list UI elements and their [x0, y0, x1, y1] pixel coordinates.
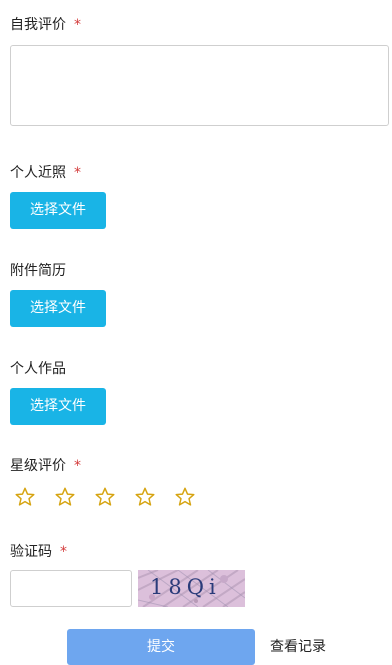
photo-choose-file-button[interactable]: 选择文件 [10, 192, 106, 229]
required-mark: * [74, 165, 81, 181]
star-outline-icon[interactable] [94, 486, 116, 508]
resume-choose-file-button[interactable]: 选择文件 [10, 290, 106, 327]
star-outline-icon[interactable] [174, 486, 196, 508]
rating-label-text: 星级评价 [10, 458, 66, 474]
self-evaluation-label-text: 自我评价 [10, 17, 66, 33]
resume-label: 附件简历 [10, 261, 66, 281]
required-mark: * [60, 544, 67, 560]
captcha-label: 验证码 * [10, 542, 67, 562]
captcha-image[interactable]: 18Qi [138, 570, 245, 607]
self-evaluation-textarea[interactable] [10, 45, 389, 126]
rating-label: 星级评价 * [10, 456, 81, 476]
photo-label-text: 个人近照 [10, 165, 66, 181]
works-label-text: 个人作品 [10, 361, 66, 377]
self-evaluation-label: 自我评价 * [10, 15, 81, 35]
star-outline-icon[interactable] [14, 486, 36, 508]
star-rating [14, 486, 196, 508]
resume-label-text: 附件简历 [10, 263, 66, 279]
works-choose-file-button[interactable]: 选择文件 [10, 388, 106, 425]
view-history-link[interactable]: 查看记录 [270, 637, 326, 657]
captcha-input[interactable] [10, 570, 132, 607]
captcha-text: 18Qi [150, 575, 221, 599]
submit-button[interactable]: 提交 [67, 629, 255, 665]
photo-label: 个人近照 * [10, 163, 81, 183]
required-mark: * [74, 17, 81, 33]
star-outline-icon[interactable] [134, 486, 156, 508]
required-mark: * [74, 458, 81, 474]
works-label: 个人作品 [10, 359, 66, 379]
star-outline-icon[interactable] [54, 486, 76, 508]
captcha-label-text: 验证码 [10, 544, 52, 560]
